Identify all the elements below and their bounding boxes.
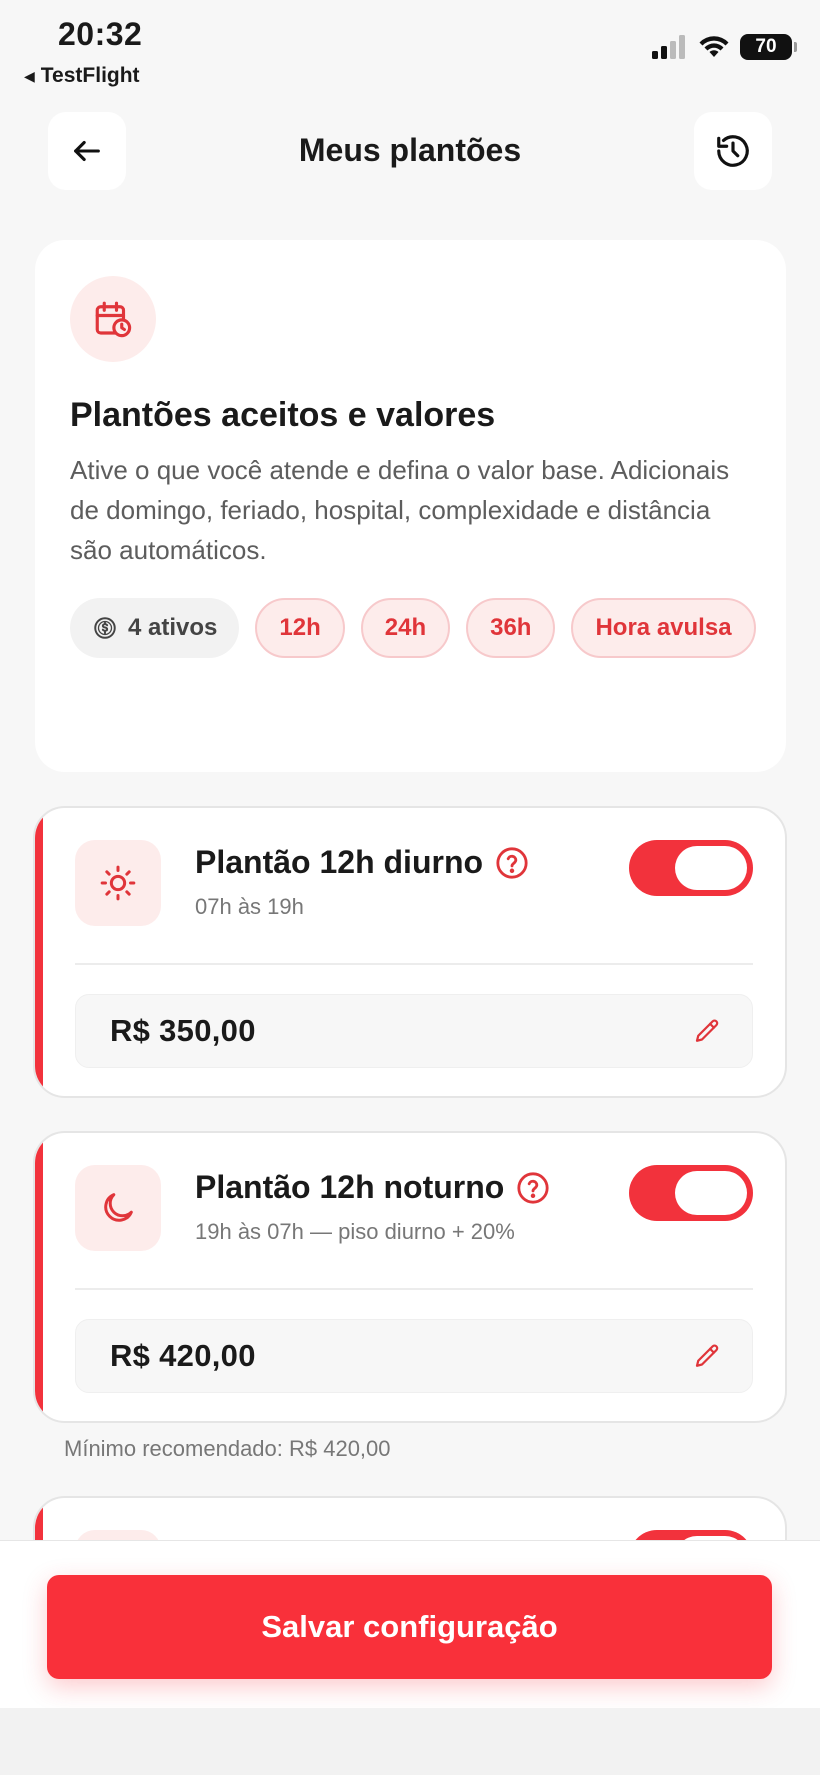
active-count-label: 4 ativos [128, 614, 218, 641]
shift-card-12h-noturno: Plantão 12h noturno 19h às 07h — piso di… [33, 1131, 787, 1423]
chip-hora-avulsa[interactable]: Hora avulsa [571, 598, 756, 658]
shift-toggle[interactable] [629, 840, 753, 896]
intro-title: Plantões aceitos e valores [70, 396, 496, 434]
price-value: R$ 350,00 [110, 1013, 256, 1048]
history-button[interactable] [694, 112, 772, 190]
status-time: 20:32 [58, 16, 143, 52]
moon-icon [104, 1193, 133, 1222]
price-field[interactable]: R$ 420,00 [75, 1319, 753, 1393]
active-count-chip: 4 ativos [70, 598, 240, 658]
shift-icon-badge [75, 1165, 161, 1251]
shift-subtitle: 19h às 07h — piso diurno + 20% [195, 1219, 515, 1244]
back-to-app-link[interactable]: ◀ TestFlight [24, 64, 140, 88]
save-configuration-button[interactable]: Salvar configuração [47, 1575, 772, 1679]
shift-title-label: Plantão 12h noturno [195, 1169, 505, 1205]
shift-type-chips: 4 ativos 12h 24h 36h Hora avulsa [70, 598, 770, 658]
help-icon[interactable] [495, 846, 529, 880]
back-app-label: TestFlight [40, 64, 140, 87]
shift-title-label: Plantão 12h diurno [195, 844, 484, 880]
help-icon[interactable] [516, 1171, 550, 1205]
cellular-signal-icon [652, 35, 685, 59]
wifi-icon [699, 36, 729, 57]
intro-description: Ative o que você atende e defina o valor… [70, 455, 730, 565]
dollar-circle-icon [94, 617, 116, 639]
home-indicator-area [0, 1708, 820, 1775]
toggle-knob [675, 1171, 747, 1215]
battery-indicator: 70 [740, 34, 797, 60]
status-bar: 20:32 ◀ TestFlight 70 [0, 0, 820, 95]
pencil-icon[interactable] [692, 1342, 722, 1372]
history-icon [717, 135, 749, 167]
chip-12h[interactable]: 12h [255, 598, 345, 658]
divider [75, 963, 753, 965]
shift-icon-badge [75, 840, 161, 926]
shift-toggle[interactable] [629, 1165, 753, 1221]
back-triangle-icon: ◀ [24, 67, 35, 84]
calendar-clock-icon [95, 301, 132, 338]
intro-card: Plantões aceitos e valores Ative o que v… [35, 240, 786, 772]
price-field[interactable]: R$ 350,00 [75, 994, 753, 1068]
minimum-recommended-hint: Mínimo recomendado: R$ 420,00 [64, 1436, 391, 1461]
intro-icon-badge [70, 276, 156, 362]
shift-subtitle: 07h às 19h [195, 894, 304, 919]
pencil-icon[interactable] [692, 1017, 722, 1047]
shift-title: Plantão 12h noturno [195, 1169, 550, 1206]
shift-card-12h-diurno: Plantão 12h diurno 07h às 19h R$ 350,00 [33, 806, 787, 1098]
toggle-knob [675, 846, 747, 890]
shift-title: Plantão 12h diurno [195, 844, 529, 881]
price-value: R$ 420,00 [110, 1338, 256, 1373]
sun-icon [100, 865, 136, 901]
chip-36h[interactable]: 36h [466, 598, 556, 658]
chip-24h[interactable]: 24h [360, 598, 451, 658]
divider [75, 1288, 753, 1290]
status-indicators: 70 [652, 34, 797, 60]
